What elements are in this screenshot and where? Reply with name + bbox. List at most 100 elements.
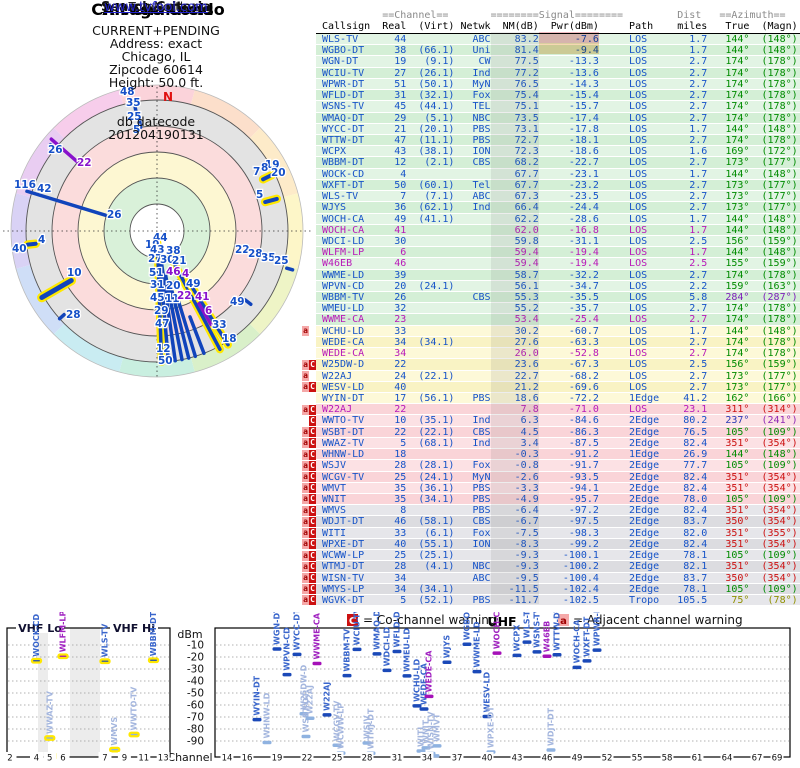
station-label: WCPX	[513, 624, 522, 652]
adjacent-warning-badge: a	[302, 371, 309, 382]
radar-channel-label: 47	[155, 318, 170, 330]
cochannel-warning-badge: C	[309, 516, 316, 527]
table-row: a C WMYS-LP 34 (34.1) -11.5 -102.4 2Edge 7…	[302, 583, 800, 595]
station-label: WOCH-CA	[573, 619, 582, 663]
table-row: a C WWAZ-TV 5 (68.1) Ind 3.4 -87.5 2Edge 8…	[302, 437, 800, 450]
station-label: WYCC-DT	[293, 612, 302, 650]
table-row: WWME-CA 23 53.4 -25.4 LOS 2.7 174° (178°…	[316, 314, 800, 326]
station-label: W46EB	[543, 621, 552, 653]
adjacent-warning-badge: a	[302, 449, 309, 460]
station-label: WCIU-TV	[353, 612, 362, 645]
table-row-text: WHNW-LD 18 -0.3 -91.2 1Edge 26.9 144° (1…	[322, 449, 798, 461]
radar-channel-label: 20	[271, 167, 286, 179]
table-row: WBBM-DT 12 (2.1) CBS 68.2 -22.7 LOS 2.7 …	[316, 157, 800, 169]
channel-tick: 22	[302, 754, 313, 764]
table-row: a C WSJV 28 (28.1) Fox -0.8 -91.7 2Edge 77…	[302, 460, 800, 472]
radar-channel-label: 51	[149, 267, 164, 279]
table-row-text: WFLD-DT 31 (32.1) Fox 75.4 -15.4 LOS 2.7…	[322, 90, 798, 102]
dbm-tick: -60	[187, 700, 204, 712]
table-row: WCPX 43 (38.1) ION 72.3 -18.6 LOS 1.6 16…	[316, 146, 800, 158]
table-row: a C WISN-TV 34 ABC -9.5 -100.4 2Edge 83.7 …	[302, 572, 800, 584]
table-row: a C WMVS 8 PBS -6.4 -97.2 2Edge 82.4 351° …	[302, 505, 800, 517]
table-row: WOCK-CD 4 67.7 -23.1 LOS 1.7 144° (148°)	[316, 168, 800, 180]
channel-tick: 43	[512, 754, 523, 764]
radar-channel-label: 7	[253, 166, 260, 178]
table-row: a C W22AJ 22 7.8 -71.0 LOS 23.1 311° (314°…	[302, 404, 800, 416]
station-label: WFLD-DT	[393, 612, 402, 647]
table-row: WMEU-LD 32 55.2 -35.7 LOS 2.7 174° (178°…	[316, 303, 800, 315]
adjacent-warning-badge: a	[302, 460, 309, 471]
radar-channel-label: 50	[158, 355, 173, 367]
radar-channel-label: 41	[195, 291, 210, 303]
adjacent-warning-badge: a	[302, 584, 309, 595]
table-row: C WWTO-TV 10 (35.1) Ind 6.3 -84.6 2Edge 8…	[309, 415, 800, 427]
cochannel-warning-badge: C	[309, 505, 316, 516]
signal-bar	[342, 673, 352, 678]
adjacent-warning-badge: a	[302, 505, 309, 516]
signal-bar	[512, 653, 522, 658]
table-row: a C WTMJ-DT 28 (4.1) NBC -9.3 -100.2 2Edge…	[302, 561, 800, 573]
adjacent-warning-badge: a	[302, 427, 309, 438]
cochannel-warning-badge: C	[309, 449, 316, 460]
table-row: WEDE-CA 34 (34.1) 27.6 -63.3 LOS 2.7 174…	[316, 336, 800, 349]
table-row: a C WDJT-DT 46 (58.1) CBS -6.7 -97.5 2Edge…	[302, 516, 800, 528]
table-row: a WCHU-LD 33 30.2 -60.7 LOS 1.7 144° (148…	[302, 325, 800, 337]
radar-channel-label: 49	[186, 278, 201, 290]
signal-bar	[282, 672, 292, 677]
signal-bar	[128, 731, 140, 738]
signal-bar	[352, 647, 362, 652]
signal-bar	[252, 717, 262, 722]
station-label: WWME-CA	[313, 612, 322, 659]
radar-channel-label: 22	[77, 157, 92, 169]
table-row-text: WOCH-CA 49 (41.1) 62.2 -28.6 LOS 1.7 144…	[322, 213, 798, 225]
table-row-text: WMEU-LD 32 55.2 -35.7 LOS 2.7 174° (178°…	[322, 303, 798, 315]
table-row: a W22AJ 24 (22.1) 22.7 -68.2 LOS 2.7 173°…	[302, 370, 800, 382]
signal-bar	[546, 748, 556, 752]
table-row: WDCI-LD 30 59.8 -31.1 LOS 2.5 156° (159°…	[316, 235, 800, 248]
signal-bar	[542, 654, 552, 659]
table-row-text: WDJT-DT 46 (58.1) CBS -6.7 -97.5 2Edge 8…	[322, 516, 798, 528]
table-row-text: WSNS-TV 45 (44.1) TEL 75.1 -15.7 LOS 2.7…	[322, 101, 798, 113]
table-row-text: WXFT-DT 50 (60.1) Tel 67.7 -23.2 LOS 2.7…	[322, 179, 798, 191]
table-body: WLS-TV 44 ABC 83.2 -7.6 LOS 1.7 144° (14…	[302, 34, 800, 607]
station-label: WXFT-DT	[583, 616, 592, 657]
signal-bar	[44, 735, 56, 741]
table-row: WTTW-DT 47 (11.1) PBS 72.7 -18.1 LOS 2.7…	[316, 134, 800, 147]
table-row: W46EB 46 59.4 -19.4 LOS 2.5 155° (159°)	[316, 258, 800, 270]
signal-bar	[272, 647, 282, 651]
table-row: a C WCWW-LP 25 (25.1) -9.3 -100.1 2Edge 78…	[302, 550, 800, 562]
signal-bar	[572, 665, 582, 670]
table-row-text: WYIN-DT 17 (56.1) PBS 18.6 -72.2 1Edge 4…	[322, 393, 798, 404]
channel-tick: 58	[662, 754, 673, 764]
signal-bar	[472, 669, 482, 674]
table-row-text: WGBO-DT 38 (66.1) Uni 81.4 -9.4 LOS 1.7 …	[322, 45, 798, 57]
dbm-tick: -90	[187, 736, 204, 748]
station-label: WTMJ-DT	[367, 708, 376, 749]
channel-axis-label: Channel	[167, 751, 212, 764]
table-row: WLS-TV 7 (7.1) ABC 67.3 -23.5 LOS 2.7 17…	[316, 191, 800, 203]
channel-tick: 16	[242, 754, 253, 764]
cochannel-warning-badge: C	[309, 550, 316, 561]
adjacent-warning-badge: a	[302, 472, 309, 483]
station-label: WMEU-LD	[403, 628, 412, 672]
station-label: W22AJ	[306, 685, 315, 714]
table-row-text: WCIU-TV 27 (26.1) Ind 77.2 -13.6 LOS 2.7…	[322, 67, 798, 79]
dbm-tick: -50	[187, 688, 204, 700]
signal-bar	[312, 661, 322, 666]
table-row-text: WNIT 35 (34.1) PBS -4.9 -95.7 2Edge 78.0…	[322, 493, 798, 505]
table-row-text: WTTW-DT 47 (11.1) PBS 72.7 -18.1 LOS 2.7…	[322, 134, 798, 146]
cochannel-warning-badge: C	[309, 404, 316, 415]
table-row-text: WEDE-CA 34 (34.1) 27.6 -63.3 LOS 2.7 174…	[322, 336, 798, 348]
table-row-text: W25DW-D 22 23.6 -67.3 LOS 2.5 156° (159°…	[322, 359, 798, 371]
table-row-text: WCWW-LP 25 (25.1) -9.3 -100.1 2Edge 78.1…	[322, 550, 798, 562]
tvfool-link[interactable]: www.tvfool.com	[104, 0, 208, 15]
channel-tick: 11	[138, 754, 149, 764]
search-height: Height: 50.0 ft.	[108, 75, 204, 90]
channel-tick: 61	[692, 754, 703, 764]
channel-tick: 34	[422, 754, 433, 764]
station-label: WPWR-DT	[593, 612, 602, 646]
adjacent-warning-badge: a	[302, 382, 309, 393]
signal-bar	[99, 658, 111, 665]
website-link-wrap: www.tvfool.com	[0, 0, 312, 15]
station-label: WMVT	[433, 713, 442, 742]
